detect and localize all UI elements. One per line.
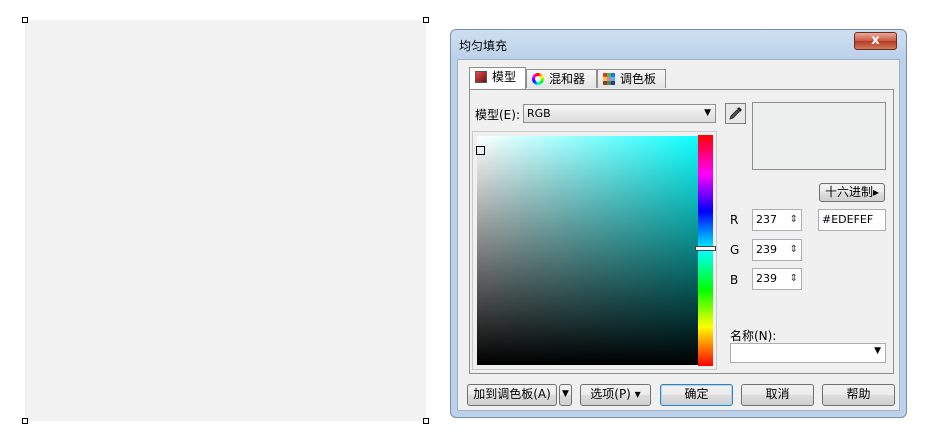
name-select[interactable]: ▼ <box>730 343 886 363</box>
tab-models-label: 模型 <box>492 70 517 84</box>
r-input[interactable]: 237 ⇕ <box>752 209 802 231</box>
selection-handle-top-right[interactable] <box>423 17 429 23</box>
cancel-button[interactable]: 取消 <box>741 384 814 406</box>
tab-palettes[interactable]: 调色板 <box>597 69 666 88</box>
spinner-icon[interactable]: ⇕ <box>790 269 798 288</box>
hex-mode-button[interactable]: 十六进制▸ <box>819 183 885 202</box>
b-value: 239 <box>756 272 777 285</box>
g-input[interactable]: 239 ⇕ <box>752 239 802 261</box>
saturation-value-area[interactable] <box>472 131 717 370</box>
chevron-down-icon: ▼ <box>562 389 569 399</box>
tab-models[interactable]: 模型 <box>469 67 526 89</box>
close-button[interactable]: x <box>854 32 897 50</box>
selection-handle-bottom-left[interactable] <box>22 418 28 424</box>
ok-button[interactable]: 确定 <box>660 384 733 406</box>
models-panel: 模型(E): RGB ▼ 十六进制▸ R 237 ⇕ #EDEFEF G 239… <box>469 89 894 374</box>
g-value: 239 <box>756 243 777 256</box>
hex-input[interactable]: #EDEFEF <box>818 209 886 231</box>
spinner-icon[interactable]: ⇕ <box>790 240 798 259</box>
canvas-rectangle[interactable] <box>25 20 426 421</box>
model-select-value: RGB <box>527 107 551 120</box>
r-label: R <box>730 213 739 227</box>
uniform-fill-dialog: 均匀填充 x 模型 混和器 调色板 模型(E): RGB ▼ 十六进制▸ R 2… <box>450 29 907 418</box>
dialog-title: 均匀填充 <box>459 39 508 53</box>
chevron-down-icon: ▼ <box>874 346 881 356</box>
add-to-palette-button[interactable]: 加到调色板(A) <box>467 384 557 406</box>
color-mixer-icon <box>532 73 544 85</box>
tab-mixers[interactable]: 混和器 <box>526 69 597 88</box>
spinner-icon[interactable]: ⇕ <box>790 210 798 229</box>
dialog-client-area: 模型 混和器 调色板 模型(E): RGB ▼ 十六进制▸ R 237 ⇕ #E… <box>457 59 900 411</box>
tab-mixers-label: 混和器 <box>549 72 586 86</box>
eyedropper-icon <box>729 107 742 120</box>
model-label: 模型(E): <box>475 108 520 122</box>
hue-slider-handle[interactable] <box>695 246 716 251</box>
current-color-swatch <box>752 102 886 170</box>
chevron-down-icon: ▼ <box>704 108 711 118</box>
color-field[interactable] <box>477 136 712 365</box>
selection-handle-bottom-right[interactable] <box>423 418 429 424</box>
color-model-icon <box>475 71 487 83</box>
color-picker-marker[interactable] <box>476 146 485 155</box>
hex-value: #EDEFEF <box>822 213 874 226</box>
options-button[interactable]: 选项(P) ▾ <box>580 384 651 406</box>
color-palette-icon <box>603 73 615 85</box>
eyedropper-button[interactable] <box>725 103 746 124</box>
tab-palettes-label: 调色板 <box>620 72 657 86</box>
b-label: B <box>730 273 739 287</box>
b-input[interactable]: 239 ⇕ <box>752 268 802 290</box>
add-to-palette-dropdown[interactable]: ▼ <box>559 384 572 406</box>
selection-handle-top-left[interactable] <box>22 17 28 23</box>
model-select[interactable]: RGB ▼ <box>523 104 716 123</box>
name-label: 名称(N): <box>730 329 777 343</box>
help-button[interactable]: 帮助 <box>822 384 895 406</box>
r-value: 237 <box>756 213 777 226</box>
g-label: G <box>730 243 740 257</box>
